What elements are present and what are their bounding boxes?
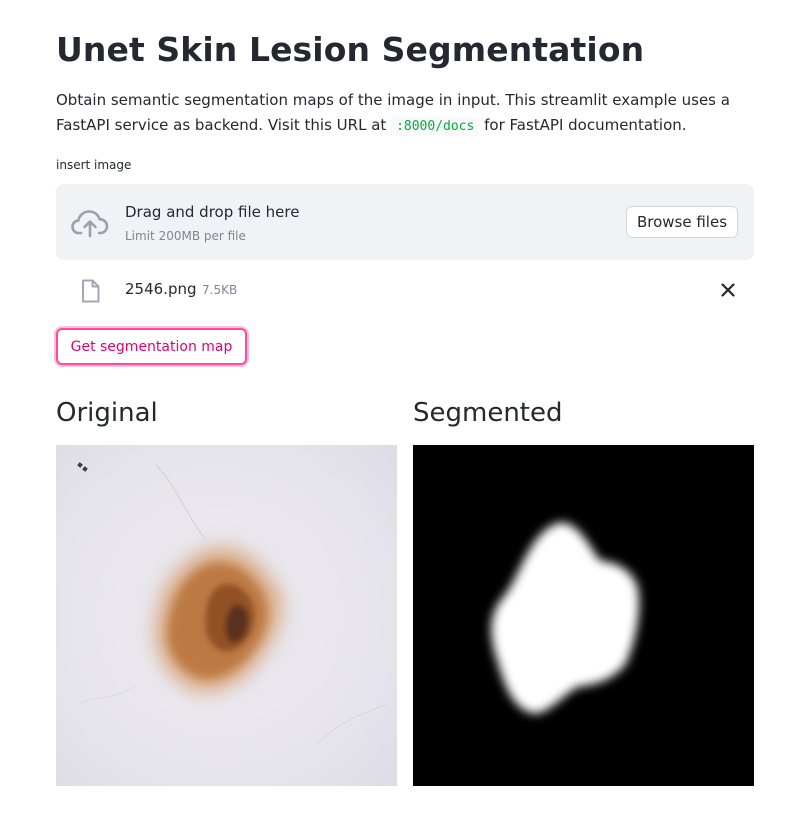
segmented-image [413, 445, 754, 786]
browse-files-button[interactable]: Browse files [626, 206, 738, 238]
cloud-upload-icon [70, 206, 110, 238]
close-icon[interactable] [719, 281, 737, 299]
dropzone-instructions: Drag and drop file here [125, 203, 300, 221]
description-text-after: for FastAPI documentation. [479, 116, 687, 134]
file-uploader-label: insert image [56, 158, 132, 172]
page-description: Obtain semantic segmentation maps of the… [56, 88, 754, 139]
page-title: Unet Skin Lesion Segmentation [56, 30, 645, 69]
uploaded-file-size: 7.5KB [202, 283, 238, 297]
file-icon [80, 279, 100, 303]
docs-url-code: :8000/docs [391, 117, 480, 136]
uploaded-file-name: 2546.png [125, 280, 197, 298]
dropzone-file-limit: Limit 200MB per file [125, 229, 246, 243]
original-heading: Original [56, 398, 158, 428]
uploaded-file-item: 2546.png 7.5KB [56, 270, 754, 310]
original-image [56, 445, 397, 786]
file-dropzone[interactable]: Drag and drop file here Limit 200MB per … [56, 184, 754, 260]
get-segmentation-map-button[interactable]: Get segmentation map [56, 328, 247, 365]
segmented-heading: Segmented [413, 398, 563, 428]
